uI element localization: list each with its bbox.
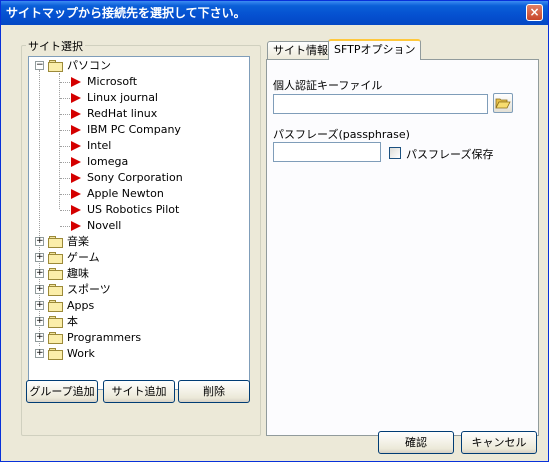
tree-connector (60, 82, 70, 83)
tree-group-item[interactable]: Work (67, 346, 95, 362)
title-bar: サイトマップから接続先を選択して下さい。 × (1, 1, 548, 25)
folder-icon-body (48, 270, 63, 280)
key-file-input[interactable] (273, 94, 488, 114)
add-group-button[interactable]: グループ追加 (26, 380, 98, 403)
site-arrow-icon (71, 173, 81, 183)
dialog-body: サイト選択 − パソコン Microsoft Linux journal RedHat … (4, 25, 545, 459)
passphrase-input[interactable] (273, 142, 381, 162)
tree-site-item[interactable]: IBM PC Company (87, 122, 181, 138)
folder-icon-body (48, 254, 63, 264)
tree-connector (60, 130, 70, 131)
folder-icon (48, 348, 64, 360)
site-arrow-icon (71, 205, 81, 215)
site-select-dialog: サイトマップから接続先を選択して下さい。 × サイト選択 − パソコン Micros… (0, 0, 549, 462)
folder-icon-body (48, 350, 63, 360)
folder-icon (48, 300, 64, 312)
tree-group-item[interactable]: スポーツ (67, 282, 111, 298)
folder-icon (48, 332, 64, 344)
tab-site-info[interactable]: サイト情報 (267, 41, 334, 60)
folder-icon-body (48, 334, 63, 344)
sftp-options-panel: 個人認証キーファイル パスフレーズ(passphrase) パスフレーズ保存 (266, 59, 539, 436)
site-arrow-icon (71, 109, 81, 119)
site-arrow-icon (71, 125, 81, 135)
collapse-toggle-icon[interactable]: − (35, 61, 44, 70)
tree-group-item[interactable]: 本 (67, 314, 78, 330)
tree-site-item[interactable]: Apple Newton (87, 186, 164, 202)
tree-site-item[interactable]: Intel (87, 138, 111, 154)
save-passphrase-label: パスフレーズ保存 (406, 148, 494, 161)
close-button[interactable]: × (526, 4, 543, 21)
tree-connector (60, 226, 70, 227)
ok-button[interactable]: 確認 (378, 431, 454, 454)
tree-connector (60, 210, 70, 211)
folder-icon-body (48, 286, 63, 296)
tree-site-item[interactable]: Microsoft (87, 74, 137, 90)
folder-icon (48, 284, 64, 296)
tree-site-item[interactable]: Linux journal (87, 90, 158, 106)
tree-connector (60, 162, 70, 163)
tree-site-item[interactable]: Novell (87, 218, 121, 234)
expand-toggle-icon[interactable]: + (35, 253, 44, 262)
passphrase-label: パスフレーズ(passphrase) (273, 128, 410, 141)
save-passphrase-checkbox[interactable] (389, 147, 401, 159)
tree-connector (60, 114, 70, 115)
open-folder-icon (495, 98, 511, 109)
tree-group-item[interactable]: Programmers (67, 330, 141, 346)
folder-icon (48, 60, 64, 72)
browse-key-file-button[interactable] (493, 93, 513, 113)
expand-toggle-icon[interactable]: + (35, 285, 44, 294)
tree-connector (60, 146, 70, 147)
window-title: サイトマップから接続先を選択して下さい。 (6, 6, 246, 20)
folder-icon (48, 236, 64, 248)
expand-toggle-icon[interactable]: + (35, 333, 44, 342)
tree-site-item[interactable]: Iomega (87, 154, 128, 170)
key-file-label: 個人認証キーファイル (273, 79, 383, 92)
tree-site-item[interactable]: US Robotics Pilot (87, 202, 179, 218)
site-arrow-icon (71, 157, 81, 167)
site-arrow-icon (71, 221, 81, 231)
tree-connector (60, 194, 70, 195)
expand-toggle-icon[interactable]: + (35, 301, 44, 310)
folder-icon-body (48, 318, 63, 328)
delete-button[interactable]: 削除 (178, 380, 250, 403)
expand-toggle-icon[interactable]: + (35, 349, 44, 358)
folder-icon-body (48, 238, 63, 248)
tree-group-item[interactable]: ゲーム (67, 250, 100, 266)
tree-group-item[interactable]: 音楽 (67, 234, 89, 250)
expand-toggle-icon[interactable]: + (35, 269, 44, 278)
site-select-group-label: サイト選択 (26, 38, 85, 54)
site-arrow-icon (71, 77, 81, 87)
tree-connector (60, 178, 70, 179)
expand-toggle-icon[interactable]: + (35, 237, 44, 246)
folder-icon-body (48, 302, 63, 312)
site-arrow-icon (71, 93, 81, 103)
tree-node-pasokon[interactable]: パソコン (67, 58, 111, 74)
tree-connector (60, 98, 70, 99)
site-arrow-icon (71, 189, 81, 199)
tree-site-item[interactable]: RedHat linux (87, 106, 157, 122)
tree-group-item[interactable]: 趣味 (67, 266, 89, 282)
folder-icon (48, 316, 64, 328)
tab-sftp-options[interactable]: SFTPオプション (328, 39, 422, 60)
add-site-button[interactable]: サイト追加 (103, 380, 175, 403)
folder-icon (48, 268, 64, 280)
tree-site-item[interactable]: Sony Corporation (87, 170, 183, 186)
cancel-button[interactable]: キャンセル (461, 431, 537, 454)
site-tree[interactable]: − パソコン Microsoft Linux journal RedHat linux I… (28, 56, 250, 390)
folder-icon-body (48, 62, 63, 72)
folder-icon (48, 252, 64, 264)
site-arrow-icon (71, 141, 81, 151)
expand-toggle-icon[interactable]: + (35, 317, 44, 326)
tree-group-item[interactable]: Apps (67, 298, 94, 314)
